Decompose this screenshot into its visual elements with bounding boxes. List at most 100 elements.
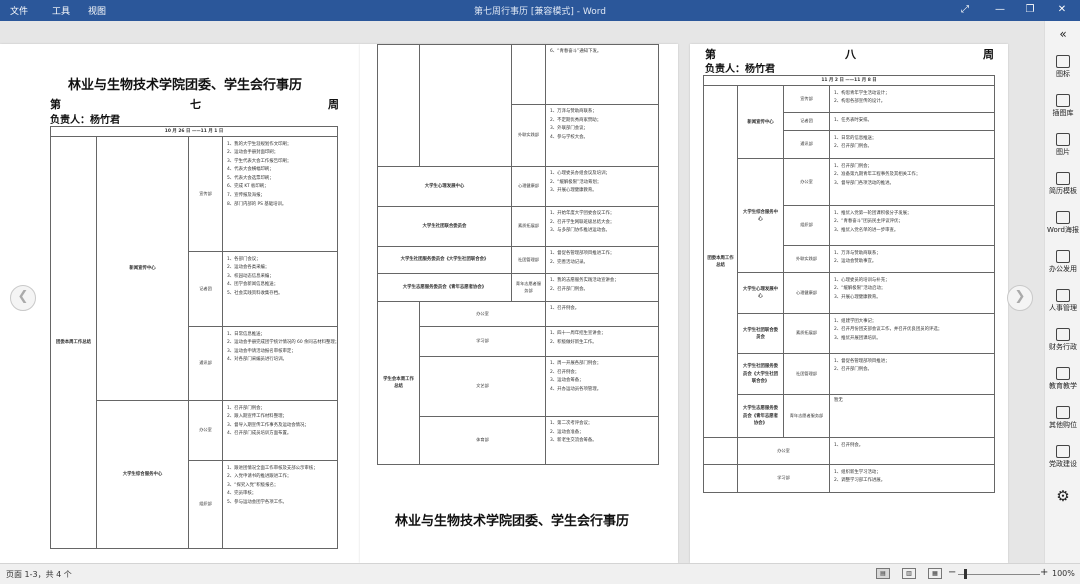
zoom-out-icon[interactable]: − — [948, 567, 956, 578]
week-label-right-8: 周 — [983, 48, 994, 61]
su-office-tasks-8: 1、召开例会。 — [829, 437, 995, 466]
finance-icon — [1056, 328, 1070, 341]
week-number-8: 八 — [845, 48, 856, 61]
settings-gear-icon[interactable]: ⚙ — [1045, 487, 1080, 505]
dept-office: 办公室 — [188, 400, 223, 462]
su-sports-tasks: 1、第二次考评会议； 2、运动会准备； 3、新老生交流会筹备。 — [545, 416, 659, 465]
briefcase-icon — [1056, 250, 1070, 263]
zoom-in-icon[interactable]: + — [1040, 567, 1048, 578]
minimize-icon[interactable]: — — [990, 2, 1010, 18]
dept-quality: 素质拓展部 — [511, 206, 546, 247]
unit-volunteer-8: 大学生志愿服务委员会《青年志愿者协会》 — [737, 394, 784, 439]
dept-communication-8: 通讯部 — [783, 130, 830, 160]
su-dept-office: 办公室 — [419, 301, 546, 327]
right-sidebar: « 图标 插图库 图片 简历模板 Word海报 办公发用 人事管理 财务行政 教… — [1044, 21, 1080, 563]
collapse-sidebar-icon[interactable]: « — [1045, 27, 1080, 41]
document-title: 林业与生物技术学院团委、学生会行事历 — [68, 78, 303, 93]
book-icon — [1056, 367, 1070, 380]
dept-volunteer: 青年志愿者服务部 — [511, 273, 546, 302]
sidebar-item-word-poster[interactable]: Word海报 — [1045, 211, 1080, 235]
poster-icon — [1056, 211, 1070, 224]
sidebar-item-resume[interactable]: 简历模板 — [1045, 172, 1080, 196]
page-2: 6、“青春奋斗”通知下发。 外联实践部 1、万泽与赞助商联系； 2、不定期优秀商家… — [360, 44, 678, 563]
column-label: 团委本周工作总结 — [50, 136, 97, 550]
office-tasks: 1、召开部门例会； 2、跟入期宣传工作材料整理； 3、督导入期宣传工作事务及运动会情… — [222, 400, 338, 462]
quality-tasks-8: 1、组建学团大事记； 2、召开月份团支部会议工作，并召开优良团员的评选； 3、推优开… — [829, 313, 995, 355]
dept-office-8: 办公室 — [783, 158, 830, 207]
schedule-table-week7: 10 月 26 日 ——11 月 1 日 团委本周工作总结 新闻宣传中心 宣传部… — [50, 125, 339, 550]
unit-club-service-8: 大学生社团服务委员会《大学生社团联合会》 — [737, 353, 784, 396]
su-dept-arts: 文艺部 — [419, 356, 546, 417]
su-dept-sports: 体育部 — [419, 416, 546, 465]
sidebar-item-other[interactable]: 其他购位 — [1045, 406, 1080, 430]
sidebar-item-finance[interactable]: 财务行政 — [1045, 328, 1080, 352]
shapes-icon — [1056, 55, 1070, 68]
unit-volunteer: 大学生志愿服务委员会《青年志愿者协会》 — [377, 273, 512, 302]
unit-psychology-8: 大学生心理发展中心 — [737, 272, 784, 315]
column-label-8: 团委本周工作总结 — [703, 85, 738, 439]
date-range: 10 月 26 日 ——11 月 1 日 — [50, 125, 338, 138]
dept-organization-8: 组织部 — [783, 205, 830, 247]
dept-volunteer-8: 青年志愿者服务部 — [783, 394, 830, 439]
picture-icon — [1056, 133, 1070, 146]
sidebar-item-icons[interactable]: 图标 — [1045, 55, 1080, 79]
su-arts-tasks: 1、周一开展各部门例会； 2、召开例会； 3、运动会筹备； 4、开办运动员各项管理。 — [545, 356, 659, 417]
dept-reporters-8: 记者团 — [783, 112, 830, 132]
psychology-tasks-8: 1、心理委员的培训与补充； 2、“缓解极限”活动启动； 3、开展心理健康教育。 — [829, 272, 995, 315]
week-number: 七 — [190, 98, 201, 111]
zoom-slider-track[interactable] — [958, 574, 1040, 575]
sidebar-item-education[interactable]: 教育教学 — [1045, 367, 1080, 391]
dept-psychology-8: 心理健康部 — [783, 272, 830, 315]
zoom-slider-thumb[interactable] — [964, 569, 967, 579]
web-layout-icon[interactable]: ▥ — [902, 568, 916, 579]
club-tasks-8: 1、督促各管理部项目推进； 2、召开部门例会。 — [829, 353, 995, 396]
unit-psychology: 大学生心理发展中心 — [377, 166, 512, 207]
sidebar-item-pictures[interactable]: 图片 — [1045, 133, 1080, 157]
su-dept-study: 学习部 — [419, 326, 546, 357]
other-icon — [1056, 406, 1070, 419]
organization-tasks-8: 1、推优入党第一轮团课积极分子发展； 2、“青春奋斗”团员民主评议评优； 3、推优入… — [829, 205, 995, 247]
unit-service-center: 大学生综合服务中心 — [96, 400, 189, 550]
su-study-tasks: 1、四十一周年招生宣讲会； 2、积极做好新生工作。 — [545, 326, 659, 357]
print-layout-icon[interactable]: ▤ — [876, 568, 890, 579]
column-label-su: 学生会本周工作总结 — [377, 301, 420, 465]
hr-icon — [1056, 289, 1070, 302]
document-title-2: 林业与生物技术学院团委、学生会行事历 — [395, 514, 630, 529]
sidebar-item-party[interactable]: 党政建设 — [1045, 445, 1080, 469]
next-page-button[interactable]: ❯ — [1007, 285, 1033, 311]
publicity-tasks: 1、我的大学生涯规划作文印刷； 2、运动会手册封面印刷； 3、学生代表大会工作报告印… — [222, 136, 338, 253]
prev-page-button[interactable]: ❮ — [10, 285, 36, 311]
dept-communication: 通讯部 — [188, 326, 223, 402]
organization-tasks: 1、跟进团情况全面工作审核及支部公示审核； 2、入党申请书的推进跟进工作； 3、“探… — [222, 460, 338, 550]
dept-psychology: 心理健康部 — [511, 166, 546, 207]
su-dept-study-8: 学习部 — [737, 464, 830, 494]
su-study-tasks-8: 1、组织新生学习活动； 2、调整学习部工作进展。 — [829, 464, 995, 494]
date-range-8: 11 月 2 日 ——11 月 8 日 — [703, 74, 995, 87]
document-workspace[interactable]: 林业与生物技术学院团委、学生会行事历 第 七 周 负责人：杨竹君 10 月 26… — [0, 21, 1044, 563]
office-tasks-8: 1、召开部门例会； 2、准备第九期青年工程事务及其相关工作； 3、督导部门各项活动的… — [829, 158, 995, 207]
reading-mode-icon[interactable]: ▦ — [928, 568, 942, 579]
unit-club-service: 大学生社团服务委员会《大学生社团联合会》 — [377, 246, 512, 274]
sidebar-item-hr[interactable]: 人事管理 — [1045, 289, 1080, 313]
reporters-tasks: 1、各部门会议； 2、运动会各类采编； 3、校园动态信息采编； 4、团学会新闻信息推送… — [222, 251, 338, 328]
fullscreen-icon[interactable]: ⤢ — [955, 2, 975, 18]
title-bar: 文件 工具 视图 第七周行事历 [兼容模式] - Word ⤢ — ❐ ✕ — [0, 0, 1080, 21]
zoom-level: 100% — [1052, 569, 1075, 578]
reporters-tasks-8: 1、任务表时安排。 — [829, 112, 995, 132]
dept-organization: 组织部 — [188, 460, 223, 550]
sidebar-item-office[interactable]: 办公发用 — [1045, 250, 1080, 274]
dept-club-management: 社团管理部 — [511, 246, 546, 274]
sidebar-item-illustrations[interactable]: 插图库 — [1045, 94, 1080, 118]
volunteer-tasks: 1、我的志愿服务实践活动宣讲会； 2、召开部门例会。 — [545, 273, 659, 302]
quality-tasks: 1、开始年度大学团委会议工作； 2、召开学生网联班级总结大会； 3、与多部门协作推进… — [545, 206, 659, 247]
dept-club-management-8: 社团管理部 — [783, 353, 830, 396]
party-icon — [1056, 445, 1070, 458]
continued-task: 6、“青春奋斗”通知下发。 — [545, 44, 659, 105]
club-tasks: 1、督促各管理部项目推进工作； 2、完善活动记录。 — [545, 246, 659, 274]
su-office-tasks: 1、召开例会。 — [545, 301, 659, 327]
restore-icon[interactable]: ❐ — [1020, 2, 1040, 18]
page-count: 页面 1-3，共 4 个 — [6, 570, 72, 579]
close-icon[interactable]: ✕ — [1052, 2, 1072, 18]
communication-tasks-8: 1、日常的信息推送； 2、召开部门例会。 — [829, 130, 995, 160]
unit-news-center: 新闻宣传中心 — [96, 136, 189, 402]
